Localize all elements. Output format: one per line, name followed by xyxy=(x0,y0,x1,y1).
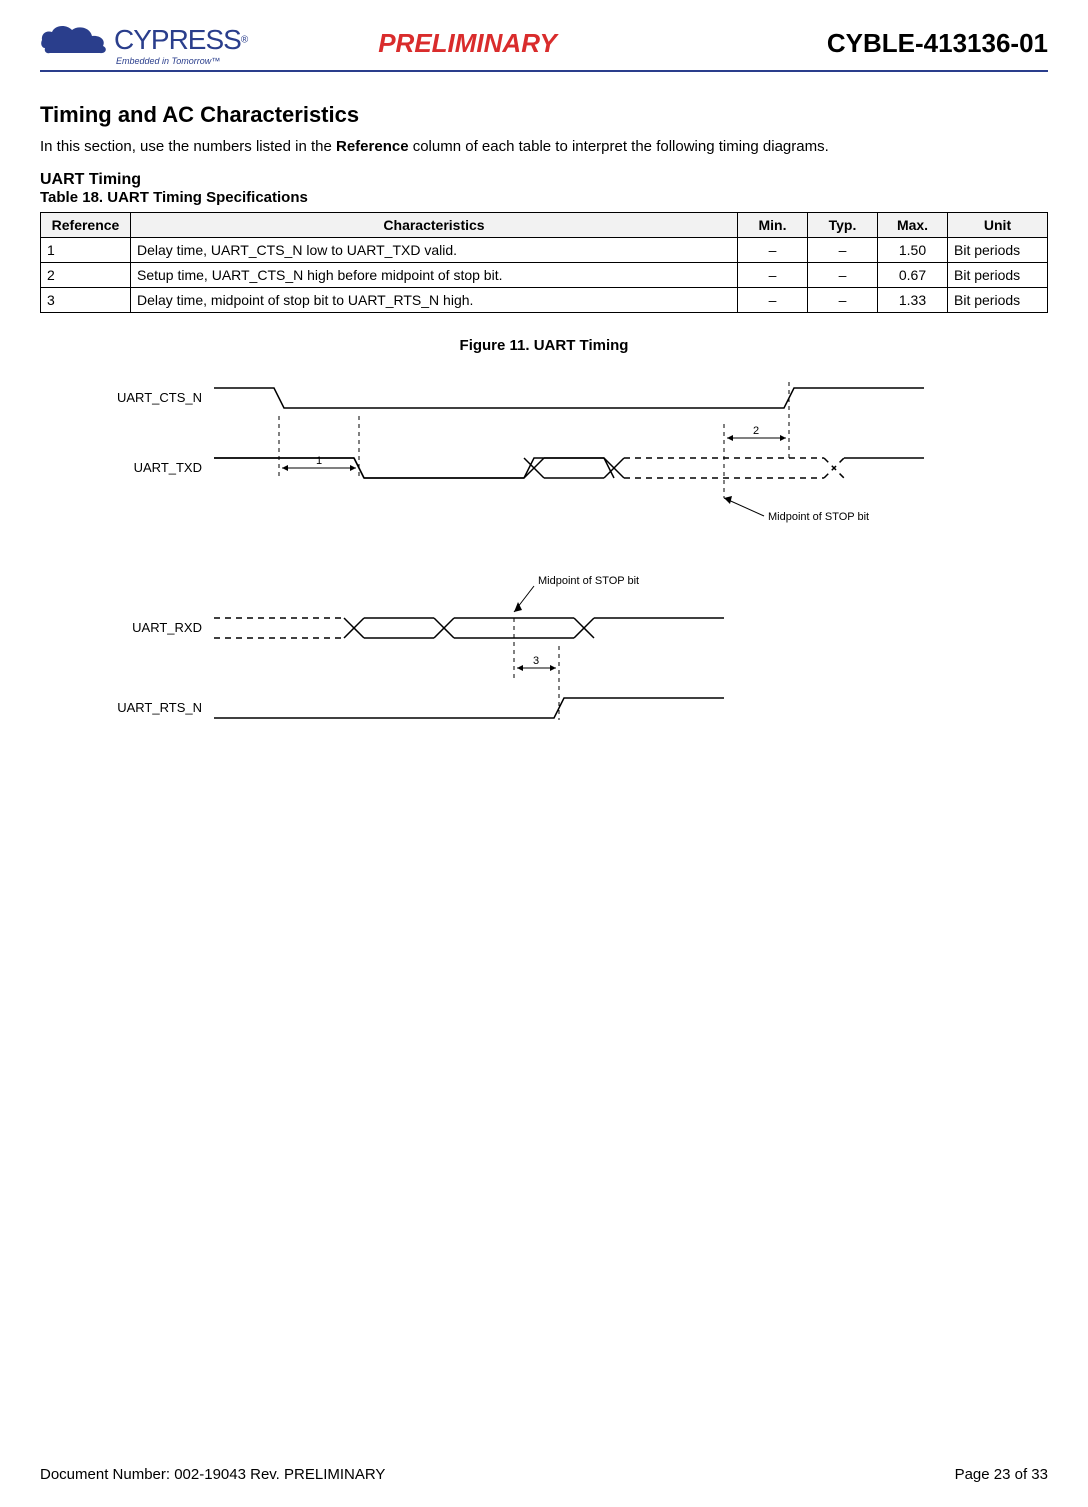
cell-char: Setup time, UART_CTS_N high before midpo… xyxy=(131,263,738,288)
cell-max: 0.67 xyxy=(878,263,948,288)
marker-3: 3 xyxy=(533,655,539,667)
signal-label-rts: UART_RTS_N xyxy=(117,700,202,715)
table-row: 3 Delay time, midpoint of stop bit to UA… xyxy=(41,288,1048,313)
intro-text: In this section, use the numbers listed … xyxy=(40,138,1048,155)
cell-typ: – xyxy=(808,288,878,313)
cell-unit: Bit periods xyxy=(948,263,1048,288)
signal-label-txd: UART_TXD xyxy=(134,460,202,475)
th-unit: Unit xyxy=(948,213,1048,238)
subsection-title: UART Timing xyxy=(40,171,1048,189)
waveform-rxd xyxy=(214,618,724,638)
arrowhead-icon xyxy=(724,496,732,504)
waveform-txd-upper xyxy=(214,458,614,478)
cell-char: Delay time, UART_CTS_N low to UART_TXD v… xyxy=(131,238,738,263)
table-header-row: Reference Characteristics Min. Typ. Max.… xyxy=(41,213,1048,238)
th-characteristics: Characteristics xyxy=(131,213,738,238)
marker-1: 1 xyxy=(316,455,322,467)
th-max: Max. xyxy=(878,213,948,238)
section-title: Timing and AC Characteristics xyxy=(40,102,1048,128)
page-header: CYPRESS® Embedded in Tomorrow™ PRELIMINA… xyxy=(40,20,1048,72)
cell-ref: 2 xyxy=(41,263,131,288)
th-min: Min. xyxy=(738,213,808,238)
table-row: 1 Delay time, UART_CTS_N low to UART_TXD… xyxy=(41,238,1048,263)
midpoint-label-bottom: Midpoint of STOP bit xyxy=(538,575,639,587)
table-row: 2 Setup time, UART_CTS_N high before mid… xyxy=(41,263,1048,288)
cell-typ: – xyxy=(808,263,878,288)
footer-right: Page 23 of 33 xyxy=(955,1466,1048,1483)
cell-ref: 1 xyxy=(41,238,131,263)
figure-caption: Figure 11. UART Timing xyxy=(40,337,1048,354)
th-typ: Typ. xyxy=(808,213,878,238)
footer-left: Document Number: 002-19043 Rev. PRELIMIN… xyxy=(40,1466,385,1483)
marker-2: 2 xyxy=(753,425,759,437)
cell-max: 1.33 xyxy=(878,288,948,313)
uart-timing-table: Reference Characteristics Min. Typ. Max.… xyxy=(40,212,1048,313)
cell-max: 1.50 xyxy=(878,238,948,263)
signal-label-rxd: UART_RXD xyxy=(132,620,202,635)
intro-suffix: column of each table to interpret the fo… xyxy=(409,138,829,155)
waveform-cts xyxy=(214,388,924,408)
header-part-number: CYBLE-413136-01 xyxy=(827,28,1048,59)
page-container: CYPRESS® Embedded in Tomorrow™ PRELIMINA… xyxy=(0,0,1088,1507)
cell-char: Delay time, midpoint of stop bit to UART… xyxy=(131,288,738,313)
header-preliminary: PRELIMINARY xyxy=(108,28,827,59)
uart-timing-diagram: UART_CTS_N UART_TXD xyxy=(104,368,984,768)
page-footer: Document Number: 002-19043 Rev. PRELIMIN… xyxy=(40,1466,1048,1483)
cell-ref: 3 xyxy=(41,288,131,313)
intro-bold: Reference xyxy=(336,138,409,155)
cell-min: – xyxy=(738,263,808,288)
table-caption: Table 18. UART Timing Specifications xyxy=(40,189,1048,206)
cell-min: – xyxy=(738,238,808,263)
th-reference: Reference xyxy=(41,213,131,238)
cell-unit: Bit periods xyxy=(948,238,1048,263)
waveform-rts xyxy=(214,698,724,718)
midpoint-label-top: Midpoint of STOP bit xyxy=(768,511,869,523)
cypress-logo-icon xyxy=(40,20,110,60)
intro-prefix: In this section, use the numbers listed … xyxy=(40,138,336,155)
cell-unit: Bit periods xyxy=(948,288,1048,313)
signal-label-cts: UART_CTS_N xyxy=(117,390,202,405)
cell-typ: – xyxy=(808,238,878,263)
cell-min: – xyxy=(738,288,808,313)
